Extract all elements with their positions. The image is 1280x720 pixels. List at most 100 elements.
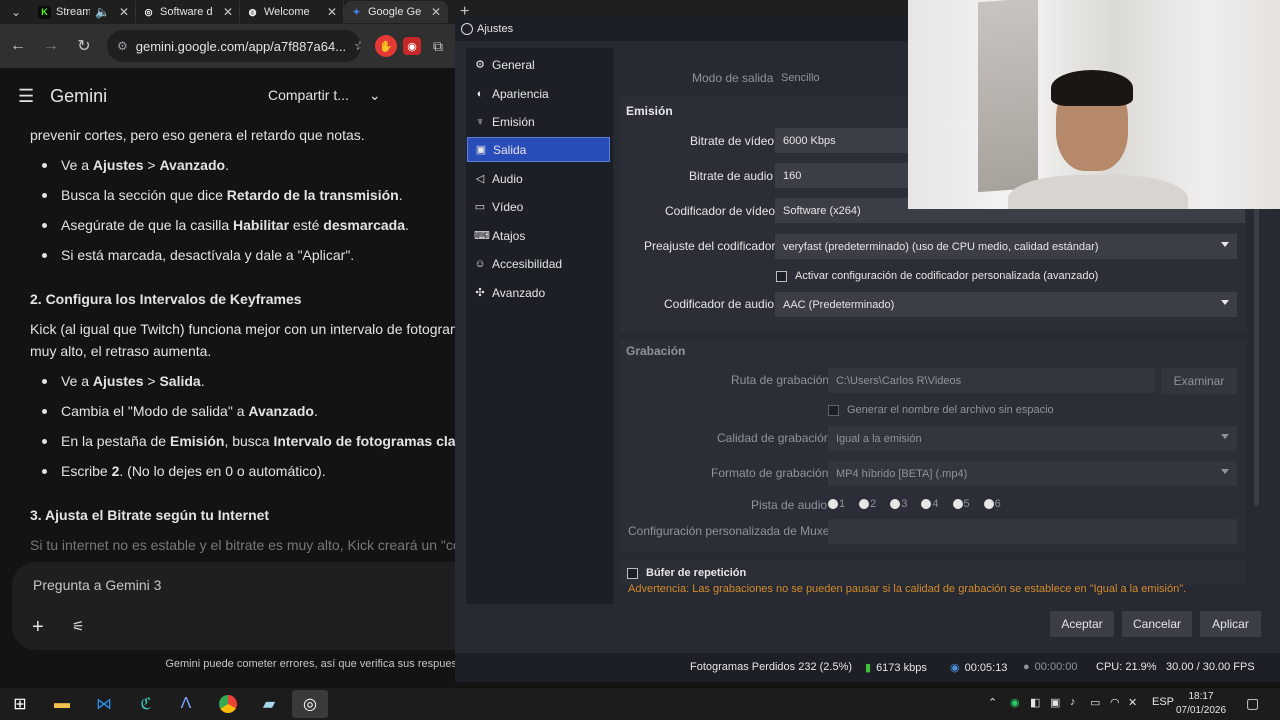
close-tab-icon[interactable]: ✕ xyxy=(119,5,129,19)
nav-advanced[interactable]: ✣ Avanzado xyxy=(467,280,610,305)
extension-record-icon[interactable]: ◉ xyxy=(403,37,421,55)
radio-icon[interactable] xyxy=(859,499,870,509)
custom-encoder-checkbox[interactable]: Activar configuración de codificador per… xyxy=(776,270,1098,282)
bookmark-star-icon[interactable]: ☆ xyxy=(354,38,361,54)
nav-label: General xyxy=(492,57,535,72)
back-icon[interactable]: ← xyxy=(3,31,33,61)
notifications-icon[interactable]: ▢ xyxy=(1246,695,1259,712)
audio-track-radio[interactable]: 1 xyxy=(828,498,845,510)
recording-quality-select[interactable]: Igual a la emisión xyxy=(828,426,1237,451)
nav-appearance[interactable]: ◐ Apariencia xyxy=(467,81,610,106)
replay-buffer-checkbox[interactable]: Búfer de repetición xyxy=(627,567,746,579)
browser-tab-welcome[interactable]: ◍ Welcome ✕ xyxy=(240,1,344,23)
nav-stream[interactable]: ♆ Emisión xyxy=(467,109,610,134)
whatsapp-icon[interactable]: ◉ xyxy=(1010,696,1020,709)
browser-tab-gemini[interactable]: ✦ Google Ge ✕ xyxy=(344,1,448,23)
checkbox-label: Búfer de repetición xyxy=(646,567,747,579)
audio-track-radio[interactable]: 5 xyxy=(952,498,970,510)
encoder-preset-select[interactable]: veryfast (predeterminado) (uso de CPU me… xyxy=(775,234,1237,259)
radio-icon[interactable] xyxy=(890,499,901,509)
antenna-icon: ♆ xyxy=(475,115,485,128)
tab-search-icon[interactable]: ⌄ xyxy=(0,0,32,24)
audio-track-radio[interactable]: 2 xyxy=(859,498,876,510)
audio-encoder-select[interactable]: AAC (Predeterminado) xyxy=(775,292,1237,317)
site-info-icon[interactable]: ⚙ xyxy=(117,39,128,53)
radio-icon[interactable] xyxy=(983,499,994,509)
close-tab-icon[interactable]: ✕ xyxy=(223,5,233,19)
audio-track-radio[interactable]: 6 xyxy=(983,498,1001,510)
file-explorer-button[interactable]: ▬ xyxy=(44,690,80,718)
battery-icon[interactable]: ▭ xyxy=(1090,696,1100,709)
vscode-button[interactable]: ⋈ xyxy=(86,690,122,718)
tray-app2-icon[interactable]: ▣ xyxy=(1050,696,1060,709)
notepad-button[interactable]: ▰ xyxy=(251,690,287,718)
browse-button[interactable]: Examinar xyxy=(1161,368,1237,394)
nav-general[interactable]: ⚙ General xyxy=(467,52,610,77)
address-bar[interactable]: ⚙ gemini.google.com/app/a7f887a64... ☆ xyxy=(107,30,361,62)
folder-icon: ▬ xyxy=(54,695,70,712)
app-c-button[interactable]: ℭ xyxy=(128,690,164,718)
browser-tab-kick[interactable]: K Stream 🔈 ✕ xyxy=(32,1,136,23)
volume-muted-icon[interactable]: ✕ xyxy=(1128,696,1137,709)
tools-sliders-icon[interactable]: ⚟ xyxy=(72,618,85,635)
start-button[interactable]: ⊞ xyxy=(2,690,38,718)
radio-icon[interactable] xyxy=(921,499,932,509)
browser-tab-software[interactable]: ◎ Software d ✕ xyxy=(136,1,240,23)
microphone-icon[interactable]: ♪ xyxy=(1070,696,1076,708)
share-conversation-button[interactable]: Compartir t... ⌄ xyxy=(268,87,381,104)
forward-icon[interactable]: → xyxy=(36,31,66,61)
tray-app-icon[interactable]: ◧ xyxy=(1030,696,1040,709)
add-attachment-icon[interactable]: + xyxy=(32,616,44,639)
audio-track-radio[interactable]: 4 xyxy=(921,498,939,510)
webcam-person-hair xyxy=(1051,70,1133,106)
apply-button[interactable]: Aplicar xyxy=(1200,611,1261,637)
list-item-text: Busca la sección que dice Retardo de la … xyxy=(61,184,403,206)
text: Ve a xyxy=(61,373,93,389)
recording-format-select[interactable]: MP4 híbrido [BETA] (.mp4) xyxy=(828,461,1237,486)
text: > xyxy=(143,157,160,173)
bitrate-indicator: ▮ 6173 kbps xyxy=(865,661,927,675)
chat-heading: 2. Configura los Intervalos de Keyframes xyxy=(30,291,302,307)
audio-track-radio[interactable]: 3 xyxy=(890,498,907,510)
checkbox-box[interactable] xyxy=(828,404,839,416)
checkbox-box[interactable] xyxy=(627,567,638,579)
no-space-filename-checkbox[interactable]: Generar el nombre del archivo sin espaci… xyxy=(828,404,1054,416)
language-indicator[interactable]: ESP xyxy=(1152,696,1174,708)
nav-video[interactable]: ▭ Vídeo xyxy=(467,194,610,219)
prompt-input-box[interactable]: Pregunta a Gemini 3 + ⚟ xyxy=(12,562,455,650)
nav-output[interactable]: ▣ Salida xyxy=(467,137,610,162)
close-tab-icon[interactable]: ✕ xyxy=(431,5,441,19)
radio-icon[interactable] xyxy=(952,499,963,509)
speaker-icon[interactable]: 🔈 xyxy=(95,5,110,19)
taskbar-clock[interactable]: 18:17 07/01/2026 xyxy=(1172,690,1230,718)
nav-hotkeys[interactable]: ⌨ Atajos xyxy=(467,223,610,248)
radio-icon[interactable] xyxy=(828,499,838,509)
bullet-icon xyxy=(42,193,47,198)
text: . xyxy=(225,157,229,173)
wifi-icon[interactable]: ◠ xyxy=(1110,696,1120,709)
obs-taskbar-button[interactable]: ◎ xyxy=(292,690,328,718)
chrome-button[interactable] xyxy=(210,690,246,718)
ok-button[interactable]: Aceptar xyxy=(1050,611,1114,637)
app-a-button[interactable]: Ʌ xyxy=(168,690,204,718)
extensions-puzzle-icon[interactable]: ⧉ xyxy=(427,35,449,57)
stream-time: ◉ 00:05:13 xyxy=(950,661,1007,675)
nav-accessibility[interactable]: ☺ Accesibilidad xyxy=(467,251,610,276)
audio-track-label: Pista de audio xyxy=(751,498,828,512)
checkbox-box[interactable] xyxy=(776,270,787,282)
record-time-value: 00:00:00 xyxy=(1034,661,1078,673)
cancel-button[interactable]: Cancelar xyxy=(1122,611,1192,637)
recording-path-input[interactable]: C:\Users\Carlos R\Videos xyxy=(828,368,1155,393)
reload-icon[interactable]: ↻ xyxy=(69,31,99,61)
tray-overflow-icon[interactable]: ⌃ xyxy=(988,696,997,709)
select-value: Sencillo xyxy=(781,71,820,84)
prompt-input[interactable]: Pregunta a Gemini 3 xyxy=(33,577,161,593)
muxer-settings-input[interactable] xyxy=(828,519,1237,544)
extension-hand-icon[interactable]: ✋ xyxy=(375,35,397,57)
list-item-text: Ve a Ajustes > Avanzado. xyxy=(61,154,229,176)
windows-logo-icon: ⊞ xyxy=(13,696,27,713)
nav-audio[interactable]: ◁ Audio xyxy=(467,166,610,191)
close-tab-icon[interactable]: ✕ xyxy=(327,5,337,19)
hamburger-menu-icon[interactable]: ☰ xyxy=(18,86,34,107)
chat-paragraph: Kick (al igual que Twitch) funciona mejo… xyxy=(30,321,455,337)
